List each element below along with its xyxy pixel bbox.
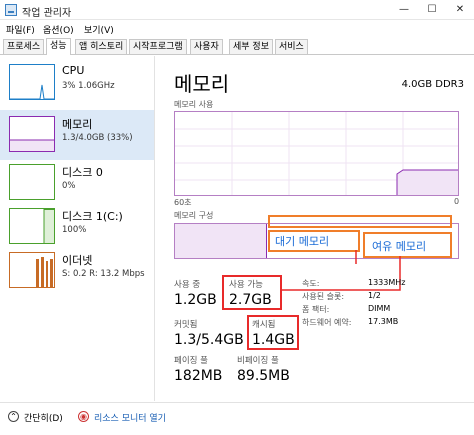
menu-options[interactable]: 옵션(O) xyxy=(43,23,74,36)
resource-name: 이더넷 xyxy=(62,254,93,267)
resource-memory[interactable]: 메모리 1.3/4.0GB (33%) xyxy=(0,110,154,160)
in-use-label: 사용 중 xyxy=(174,280,201,290)
title-bar: 작업 관리자 — ☐ ✕ xyxy=(0,0,474,20)
slots-label: 사용된 슬롯: xyxy=(302,292,345,301)
tab-app-history[interactable]: 앱 히스토리 xyxy=(75,39,128,54)
memory-thumbnail xyxy=(9,116,55,152)
nonpaged-pool-value: 89.5MB xyxy=(237,368,290,384)
ethernet-thumbnail xyxy=(9,252,55,288)
chevron-up-icon[interactable]: ⌃ xyxy=(8,411,19,422)
resource-name: 디스크 0 xyxy=(62,166,103,179)
resource-monitor-link[interactable]: 리소스 모니터 열기 xyxy=(94,411,166,424)
committed-label: 커밋됨 xyxy=(174,320,198,330)
memory-mini-graph xyxy=(10,139,54,151)
resource-disk-0[interactable]: 디스크 0 0% xyxy=(0,158,154,208)
window-title: 작업 관리자 xyxy=(22,8,72,19)
tab-services[interactable]: 서비스 xyxy=(275,39,308,54)
resource-usage: 1.3/4.0GB (33%) xyxy=(62,133,133,143)
memory-usage-graph xyxy=(174,111,459,196)
standby-free-highlight xyxy=(268,215,452,228)
hardware-reserved-label: 하드웨어 예약: xyxy=(302,318,352,327)
memory-detail-pane: 메모리 4.0GB DDR3 메모리 사용 60초 0 메모리 구성 대기 메모… xyxy=(160,56,474,401)
committed-value: 1.3/5.4GB xyxy=(174,332,244,348)
time-span-label: 60초 xyxy=(174,198,192,207)
zero-label: 0 xyxy=(454,197,460,206)
in-use-segment xyxy=(175,224,267,258)
form-factor-value: DIMM xyxy=(368,304,391,313)
page-title: 메모리 xyxy=(174,72,230,96)
tab-users[interactable]: 사용자 xyxy=(190,39,223,54)
resource-usage: 3% 1.06GHz xyxy=(62,81,115,91)
menu-file[interactable]: 파일(F) xyxy=(6,23,35,36)
cpu-thumbnail xyxy=(9,64,55,100)
cached-value: 1.4GB xyxy=(252,332,295,348)
resource-usage: 0% xyxy=(62,181,76,191)
paged-pool-label: 페이징 풀 xyxy=(174,356,208,366)
available-label: 사용 가능 xyxy=(229,280,263,290)
resource-name: 디스크 1(C:) xyxy=(62,210,123,223)
tab-bar: 프로세스 성능 앱 히스토리 시작프로그램 사용자 세부 정보 서비스 xyxy=(0,37,474,55)
task-manager-icon xyxy=(5,4,17,16)
resource-usage: 100% xyxy=(62,225,87,235)
tab-startup[interactable]: 시작프로그램 xyxy=(129,39,187,54)
annotation-lines xyxy=(280,250,401,291)
form-factor-label: 폼 팩터: xyxy=(302,305,330,314)
cpu-mini-graph xyxy=(10,84,54,99)
resource-name: CPU xyxy=(62,64,85,77)
nonpaged-pool-label: 비페이징 풀 xyxy=(237,356,279,366)
usage-graph-label: 메모리 사용 xyxy=(174,100,214,109)
in-use-value: 1.2GB xyxy=(174,292,217,308)
resource-list: CPU 3% 1.06GHz 메모리 1.3/4.0GB (33%) 디스크 0… xyxy=(0,56,155,401)
tab-performance[interactable]: 성능 xyxy=(46,38,71,55)
resource-disk-1[interactable]: 디스크 1(C:) 100% xyxy=(0,202,154,252)
close-button[interactable]: ✕ xyxy=(446,0,474,20)
hardware-reserved-value: 17.3MB xyxy=(368,317,399,326)
disk0-thumbnail xyxy=(9,164,55,200)
minimize-button[interactable]: — xyxy=(390,0,418,20)
resource-ethernet[interactable]: 이더넷 S: 0.2 R: 13.2 Mbps xyxy=(0,246,154,296)
available-value: 2.7GB xyxy=(229,292,272,308)
slots-value: 1/2 xyxy=(368,291,381,300)
cached-label: 캐시됨 xyxy=(252,320,276,330)
footer-bar: ⌃ 간단히(D) ◉ 리소스 모니터 열기 xyxy=(0,402,474,435)
menu-bar: 파일(F) 옵션(O) 보기(V) xyxy=(0,20,474,36)
maximize-button[interactable]: ☐ xyxy=(418,0,446,20)
speed-value: 1333MHz xyxy=(368,278,406,287)
fewer-details-link[interactable]: 간단히(D) xyxy=(24,411,63,424)
speed-label: 속도: xyxy=(302,279,320,288)
resource-usage: S: 0.2 R: 13.2 Mbps xyxy=(62,269,145,279)
resource-monitor-icon: ◉ xyxy=(78,411,89,422)
resource-name: 메모리 xyxy=(62,118,93,131)
resource-cpu[interactable]: CPU 3% 1.06GHz xyxy=(0,58,154,108)
menu-view[interactable]: 보기(V) xyxy=(84,23,114,36)
tab-processes[interactable]: 프로세스 xyxy=(3,39,45,54)
paged-pool-value: 182MB xyxy=(174,368,223,384)
memory-usage-svg xyxy=(175,112,458,195)
memory-spec: 4.0GB DDR3 xyxy=(401,79,464,90)
disk1-thumbnail xyxy=(9,208,55,244)
tab-details[interactable]: 세부 정보 xyxy=(229,39,273,54)
ethernet-mini-graph xyxy=(36,257,53,287)
disk1-mini-graph xyxy=(43,209,54,243)
composition-label: 메모리 구성 xyxy=(174,211,214,220)
